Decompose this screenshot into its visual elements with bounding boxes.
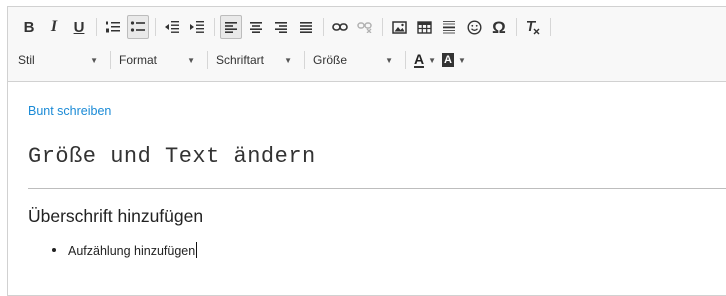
monospace-text: Größe und Text ändern: [28, 144, 316, 169]
toolbar-separator: [96, 18, 97, 36]
bullet-list: Aufzählung hinzufügen: [52, 242, 198, 258]
special-character-button[interactable]: Ω: [488, 15, 510, 39]
size-dropdown-label: Größe: [313, 53, 348, 67]
font-dropdown[interactable]: Schriftart ▼: [216, 49, 298, 71]
toolbar-separator: [516, 18, 517, 36]
horizontal-line-button[interactable]: [438, 15, 460, 39]
toolbar-row-2: Stil ▼ Format ▼ Schriftart ▼ Größe ▼ A ▼: [18, 47, 472, 73]
colored-text-link[interactable]: Bunt schreiben: [28, 104, 111, 118]
remove-format-icon: [527, 21, 540, 35]
bulleted-list-button[interactable]: [127, 15, 149, 39]
image-icon: [391, 20, 407, 34]
toolbar-separator: [207, 51, 208, 69]
style-dropdown-label: Stil: [18, 53, 35, 67]
editor-content-area[interactable]: Bunt schreiben Größe und Text ändern Übe…: [8, 82, 726, 295]
toolbar-row-1: B I U Ω: [18, 13, 556, 41]
editor-toolbar: B I U Ω Stil ▼ Format ▼ Schriftart ▼ Grö…: [8, 7, 726, 82]
size-dropdown[interactable]: Größe ▼: [313, 49, 399, 71]
toolbar-separator: [323, 18, 324, 36]
justify-icon: [300, 22, 312, 33]
insert-image-button[interactable]: [388, 15, 410, 39]
unlink-icon: [357, 22, 372, 33]
content-heading: Überschrift hinzufügen: [28, 206, 204, 226]
numbered-list-button[interactable]: [102, 15, 124, 39]
align-right-button[interactable]: [270, 15, 292, 39]
decrease-indent-button[interactable]: [161, 15, 183, 39]
indent-icon: [190, 21, 204, 33]
align-left-button[interactable]: [220, 15, 242, 39]
toolbar-separator: [155, 18, 156, 36]
toolbar-separator: [405, 51, 406, 69]
align-left-icon: [225, 22, 237, 33]
numbered-list-icon: [106, 21, 120, 33]
italic-button[interactable]: I: [43, 15, 65, 39]
style-dropdown[interactable]: Stil ▼: [18, 49, 104, 71]
justify-button[interactable]: [295, 15, 317, 39]
underline-icon: U: [73, 18, 85, 36]
chevron-down-icon: ▼: [90, 55, 98, 65]
insert-table-button[interactable]: [413, 15, 435, 39]
toolbar-separator: [110, 51, 111, 69]
link-icon: [332, 23, 348, 31]
remove-format-button[interactable]: [522, 15, 544, 39]
align-right-icon: [275, 22, 287, 33]
format-dropdown-label: Format: [119, 53, 158, 67]
background-color-icon: A: [442, 53, 454, 67]
underline-button[interactable]: U: [68, 15, 90, 39]
horizontal-line-icon: [443, 21, 455, 34]
chevron-down-icon: ▼: [458, 55, 466, 65]
chevron-down-icon: ▼: [428, 55, 437, 65]
rich-text-editor: B I U Ω Stil ▼ Format ▼ Schriftart ▼ Grö…: [7, 6, 726, 296]
align-center-button[interactable]: [245, 15, 267, 39]
bold-icon: B: [23, 18, 35, 36]
chevron-down-icon: ▼: [187, 55, 195, 65]
background-color-button[interactable]: A ▼: [442, 49, 466, 71]
format-dropdown[interactable]: Format ▼: [119, 49, 201, 71]
link-button[interactable]: [329, 15, 351, 39]
toolbar-separator: [304, 51, 305, 69]
italic-icon: I: [50, 18, 58, 35]
horizontal-rule: [28, 188, 726, 189]
toolbar-separator: [550, 18, 551, 36]
unlink-button[interactable]: [354, 15, 376, 39]
outdent-icon: [165, 21, 179, 33]
font-dropdown-label: Schriftart: [216, 53, 265, 67]
omega-icon: Ω: [492, 17, 506, 37]
text-color-icon: A: [414, 50, 425, 68]
smiley-icon: [466, 19, 482, 35]
emoji-button[interactable]: [463, 15, 485, 39]
bullet-item-text: Aufzählung hinzufügen: [68, 244, 196, 258]
chevron-down-icon: ▼: [385, 55, 393, 65]
increase-indent-button[interactable]: [186, 15, 208, 39]
list-item: Aufzählung hinzufügen: [52, 242, 198, 258]
text-cursor: [196, 242, 198, 258]
text-color-button[interactable]: A ▼: [414, 49, 436, 71]
chevron-down-icon: ▼: [284, 55, 292, 65]
toolbar-separator: [214, 18, 215, 36]
align-center-icon: [250, 22, 262, 33]
bulleted-list-icon: [130, 21, 145, 32]
toolbar-separator: [382, 18, 383, 36]
bold-button[interactable]: B: [18, 15, 40, 39]
table-icon: [416, 20, 432, 34]
